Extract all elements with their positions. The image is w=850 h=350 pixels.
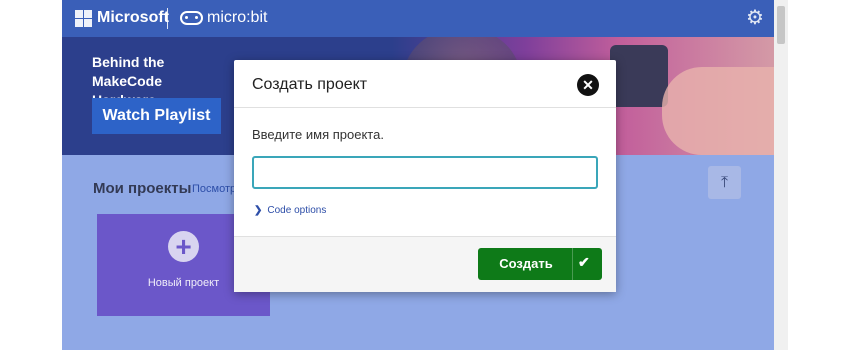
code-options-label: Code options	[267, 205, 327, 216]
banner-hand-image	[662, 67, 774, 155]
microbit-logo-icon	[180, 11, 203, 25]
page-scrollbar[interactable]	[774, 0, 788, 350]
dialog-title: Создать проект	[252, 76, 368, 93]
dialog-footer: Создать ✔	[234, 236, 616, 292]
create-button-label: Создать	[499, 256, 553, 271]
plus-icon: +	[168, 231, 199, 262]
create-button-divider	[572, 248, 573, 280]
code-options-toggle[interactable]: ❯ Code options	[254, 205, 326, 216]
upload-icon[interactable]: ⤒	[708, 166, 741, 199]
checkmark-icon: ✔	[578, 254, 590, 270]
header-divider	[167, 8, 168, 29]
microsoft-brand: Microsoft	[97, 9, 169, 26]
banner-board-image	[610, 45, 668, 107]
dialog-header: Создать проект ✕	[234, 60, 616, 108]
project-name-prompt: Введите имя проекта.	[252, 127, 384, 142]
header-bar: Microsoft micro:bit ⚙	[62, 0, 774, 37]
close-icon[interactable]: ✕	[577, 74, 599, 96]
gear-icon[interactable]: ⚙	[744, 7, 766, 29]
my-projects-title: Мои проекты	[93, 180, 192, 197]
create-project-dialog: Создать проект ✕ Введите имя проекта. ❯ …	[234, 60, 616, 292]
product-name[interactable]: micro:bit	[207, 9, 267, 27]
watch-playlist-button[interactable]: Watch Playlist	[92, 98, 221, 134]
chevron-right-icon: ❯	[254, 205, 263, 216]
project-name-input[interactable]	[252, 156, 598, 189]
microsoft-logo-icon	[75, 10, 92, 27]
create-button[interactable]: Создать ✔	[478, 248, 602, 280]
scrollbar-thumb[interactable]	[777, 6, 785, 44]
